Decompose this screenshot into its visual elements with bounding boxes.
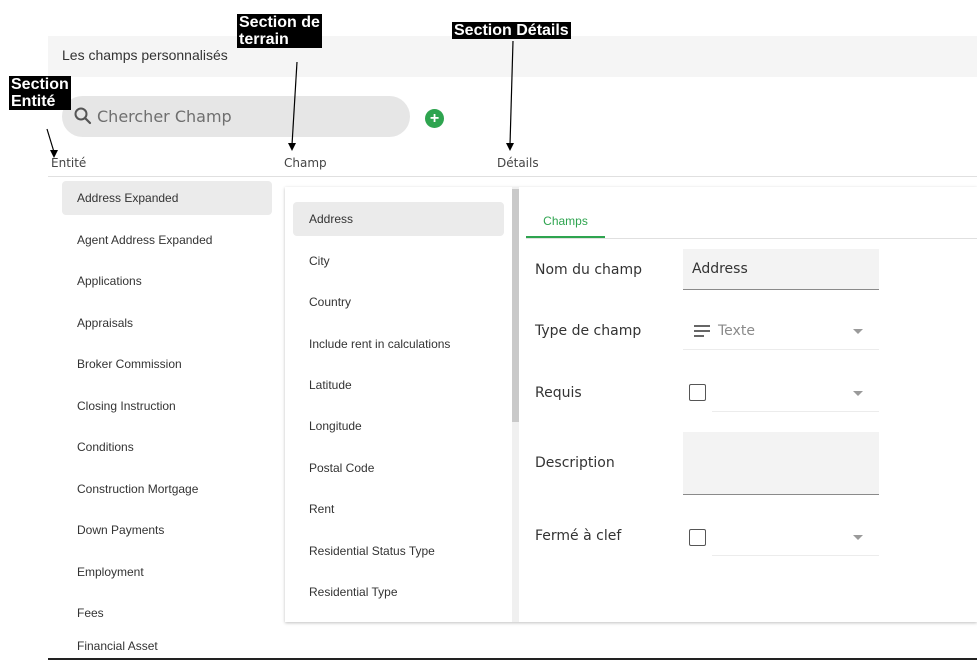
field-list-item[interactable]: Rent	[293, 492, 504, 526]
annotation-text: Section de	[239, 14, 320, 31]
field-list-item[interactable]: Longitude	[293, 409, 504, 443]
page-title: Les champs personnalisés	[62, 47, 228, 63]
field-list-item[interactable]: Postal Code	[293, 451, 504, 485]
field-details-card: Address City Country Include rent in cal…	[285, 187, 977, 622]
field-list-item[interactable]: City	[293, 244, 504, 278]
entity-list-item[interactable]: Conditions	[62, 430, 272, 464]
entity-list-item[interactable]: Address Expanded	[62, 181, 272, 215]
required-label: Requis	[535, 385, 582, 401]
bottom-divider	[48, 658, 977, 660]
annotation-text: terrain	[239, 31, 289, 48]
field-column-header: Champ	[284, 156, 327, 170]
field-name-value: Address	[692, 261, 748, 277]
field-list-item[interactable]: Include rent in calculations	[293, 327, 504, 361]
description-textarea[interactable]	[683, 432, 879, 495]
field-type-value: Texte	[718, 323, 755, 339]
text-lines-icon	[694, 325, 710, 337]
annotation-field-section: Section de terrain	[237, 14, 322, 48]
locked-select[interactable]	[712, 518, 879, 556]
annotation-text: Section	[11, 76, 69, 93]
field-list-item[interactable]: Residential Status Type	[293, 534, 504, 568]
search-input[interactable]: Chercher Champ	[62, 96, 410, 137]
field-name-label: Nom du champ	[535, 262, 643, 278]
annotation-text: Entité	[11, 93, 56, 110]
entity-list-item[interactable]: Financial Asset	[62, 634, 272, 658]
chevron-down-icon	[853, 535, 863, 540]
entity-list-item[interactable]: Broker Commission	[62, 347, 272, 381]
field-list-item[interactable]: Latitude	[293, 368, 504, 402]
entity-list-item[interactable]: Closing Instruction	[62, 389, 272, 423]
plus-icon: +	[429, 110, 440, 127]
tab-champs[interactable]: Champs	[526, 205, 605, 238]
field-list-scroll-thumb[interactable]	[512, 189, 519, 422]
entity-list-item[interactable]: Applications	[62, 264, 272, 298]
entity-column-header: Entité	[51, 156, 87, 170]
header-divider	[48, 176, 977, 177]
entity-list-item[interactable]: Fees	[62, 596, 272, 630]
entity-list-item[interactable]: Agent Address Expanded	[62, 223, 272, 257]
field-name-input[interactable]: Address	[683, 249, 879, 290]
search-icon	[74, 107, 92, 125]
required-select[interactable]	[712, 374, 879, 412]
chevron-down-icon	[853, 391, 863, 396]
add-field-button[interactable]: +	[425, 109, 444, 128]
header-bar: Les champs personnalisés	[48, 36, 977, 77]
entity-list-item[interactable]: Employment	[62, 555, 272, 589]
locked-label: Fermé à clef	[535, 528, 622, 544]
description-label: Description	[535, 455, 615, 471]
field-list-item[interactable]: Address	[293, 202, 504, 236]
annotation-details-section: Section Détails	[452, 22, 571, 39]
locked-checkbox[interactable]	[689, 529, 706, 546]
details-column-header: Détails	[497, 156, 539, 170]
required-checkbox[interactable]	[689, 384, 706, 401]
field-type-label: Type de champ	[535, 323, 642, 339]
tab-divider	[526, 238, 977, 239]
chevron-down-icon	[853, 329, 863, 334]
annotation-entity-section: Section Entité	[9, 76, 71, 110]
entity-list-item[interactable]: Down Payments	[62, 513, 272, 547]
entity-list-item[interactable]: Construction Mortgage	[62, 472, 272, 506]
field-type-select[interactable]: Texte	[683, 312, 879, 350]
search-placeholder: Chercher Champ	[97, 107, 232, 126]
entity-list-item[interactable]: Appraisals	[62, 306, 272, 340]
field-list-item[interactable]: Country	[293, 285, 504, 319]
field-list-item[interactable]: Residential Type	[293, 575, 504, 609]
